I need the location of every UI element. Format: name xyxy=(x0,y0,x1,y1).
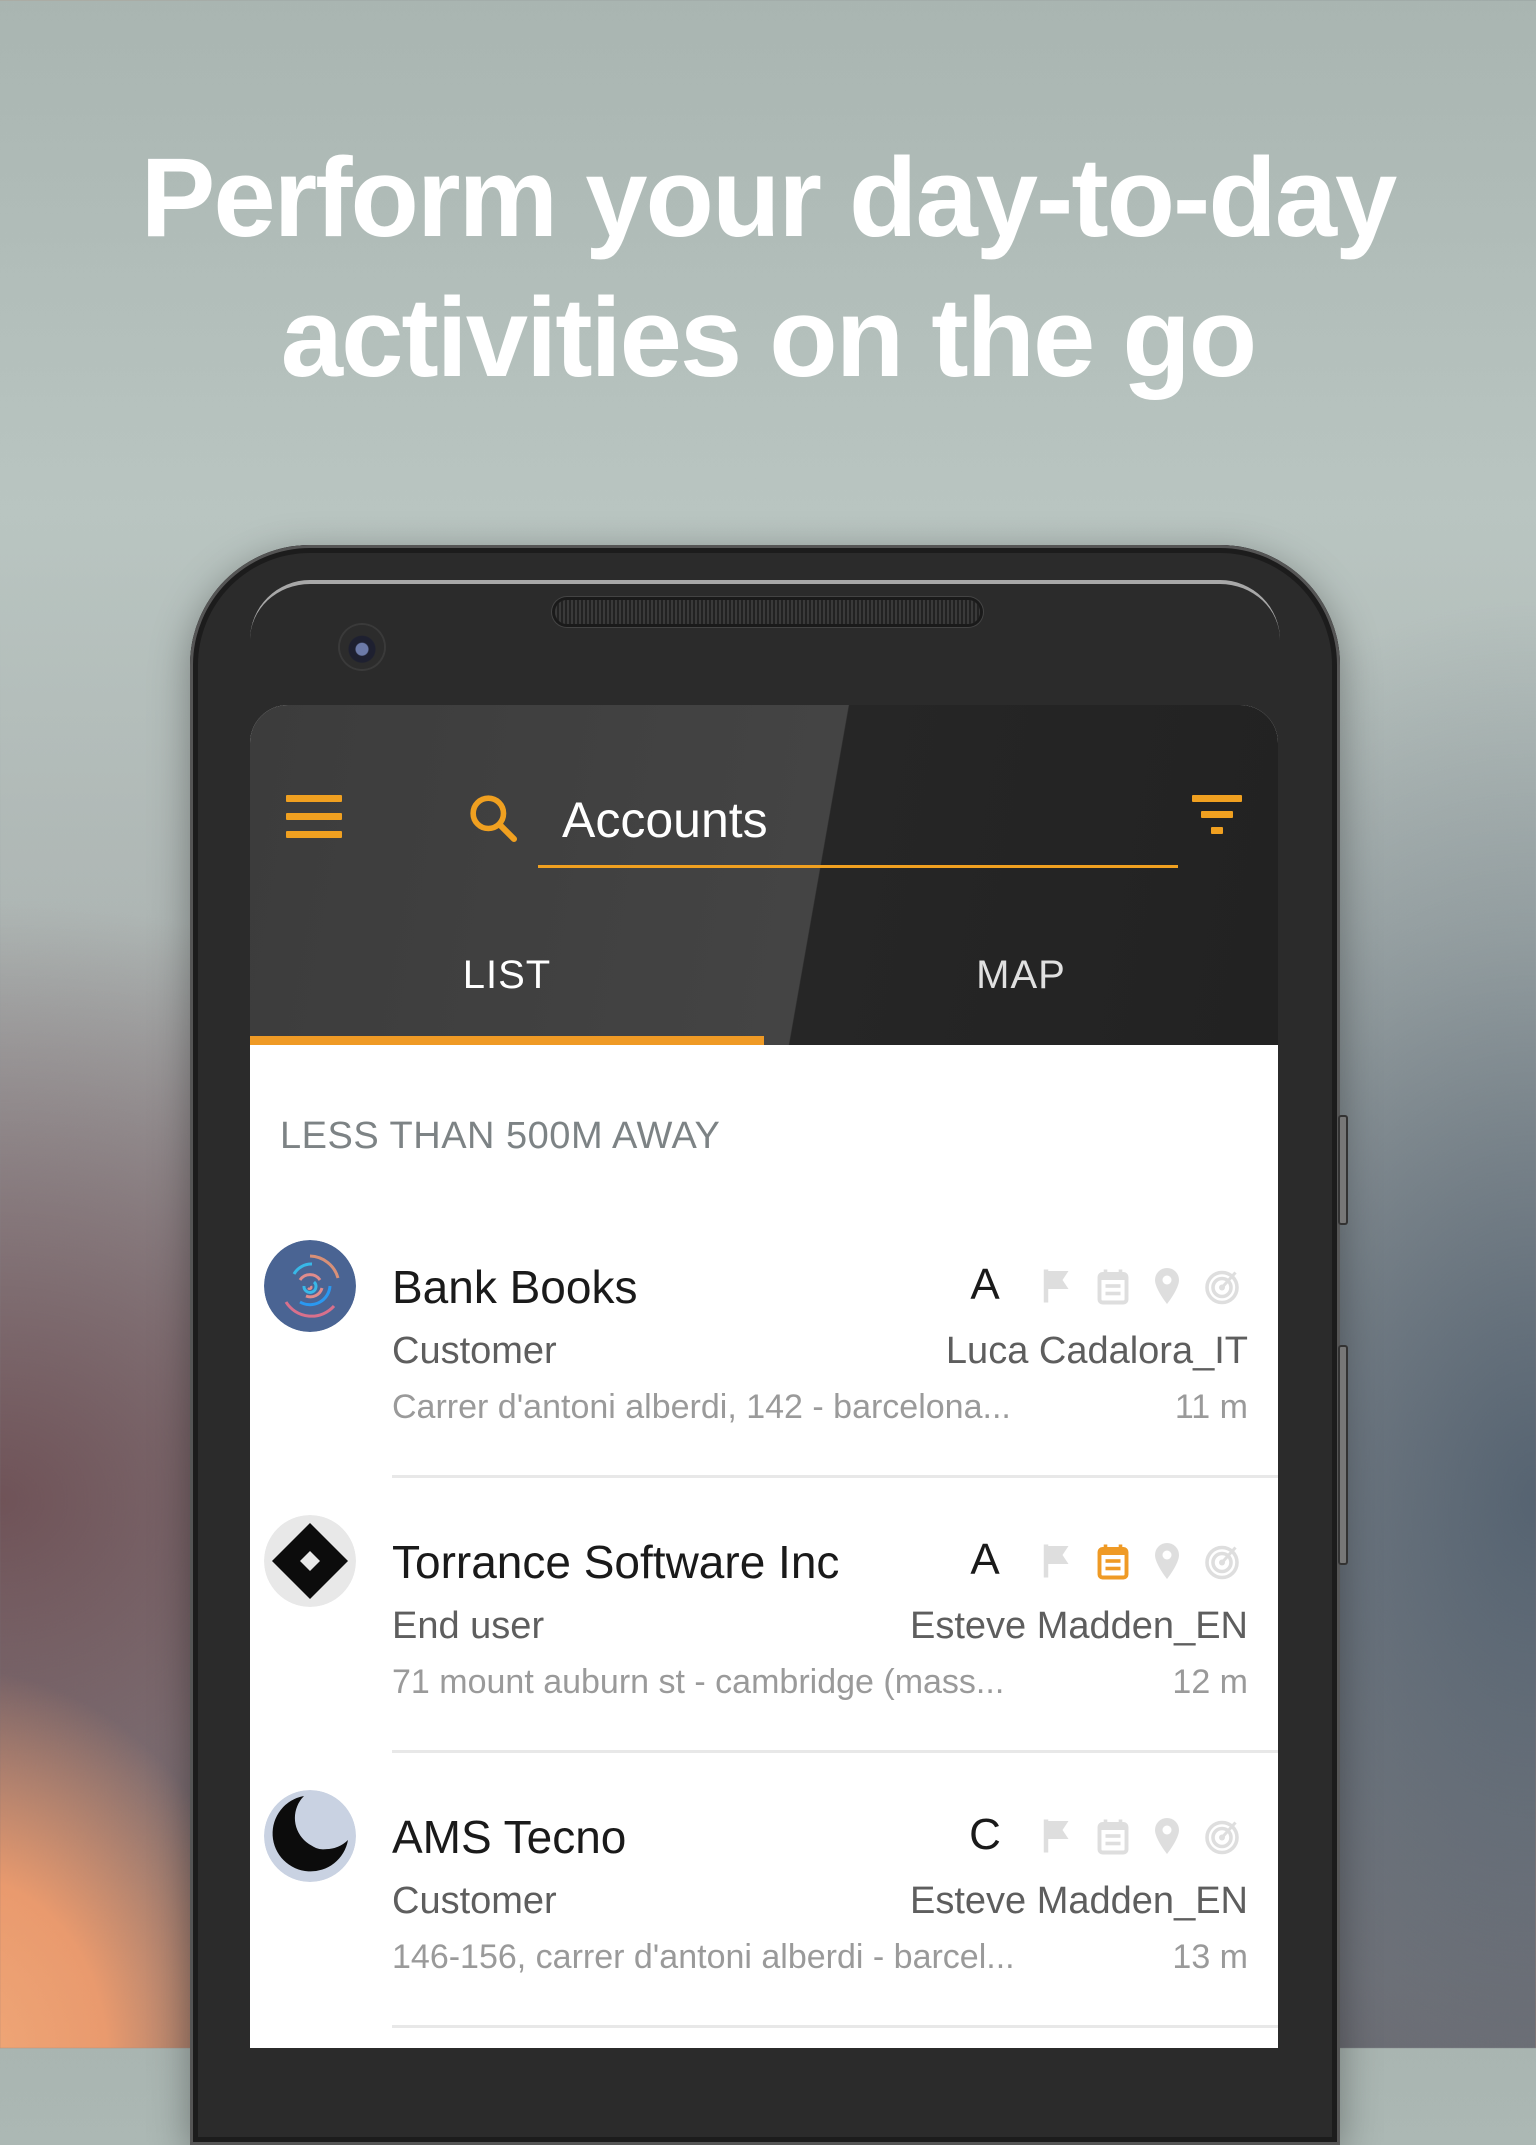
location-pin-icon[interactable] xyxy=(1149,1266,1185,1306)
tab-map[interactable]: MAP xyxy=(764,905,1278,1045)
account-rating: C xyxy=(969,1810,1001,1859)
phone-speaker xyxy=(555,600,980,624)
calendar-icon[interactable] xyxy=(1095,1541,1131,1581)
account-type: End user xyxy=(392,1605,545,1647)
account-rating: A xyxy=(970,1535,1000,1584)
search-icon[interactable] xyxy=(465,790,521,846)
calendar-icon[interactable] xyxy=(1095,1816,1131,1856)
power-button xyxy=(1338,1115,1348,1225)
account-name: AMS Tecno xyxy=(392,1811,627,1863)
app-bar: LIST MAP xyxy=(250,705,1278,1045)
account-name: Torrance Software Inc xyxy=(392,1536,840,1588)
headline: Perform your day-to-day activities on th… xyxy=(0,128,1536,408)
search-input[interactable] xyxy=(560,789,1164,851)
account-distance: 11 m xyxy=(1174,1388,1248,1426)
target-icon[interactable] xyxy=(1204,1266,1240,1306)
account-address: 146-156, carrer d'antoni alberdi - barce… xyxy=(392,1938,1015,1976)
flag-icon[interactable] xyxy=(1040,1266,1076,1306)
account-address: 71 mount auburn st - cambridge (mass... xyxy=(392,1663,1005,1701)
app-screen: LIST MAP LESS THAN 500M AWAY Bank Books … xyxy=(250,705,1278,2048)
target-icon[interactable] xyxy=(1204,1541,1240,1581)
account-address: Carrer d'antoni alberdi, 142 - barcelona… xyxy=(392,1388,1011,1426)
target-icon[interactable] xyxy=(1204,1816,1240,1856)
tab-list[interactable]: LIST xyxy=(250,905,764,1045)
volume-button xyxy=(1338,1345,1348,1565)
flag-icon[interactable] xyxy=(1040,1816,1076,1856)
row-divider xyxy=(392,1475,1278,1478)
headline-line-2: activities on the go xyxy=(280,275,1257,400)
active-tab-indicator xyxy=(250,1036,764,1045)
account-owner: Luca Cadalora_IT xyxy=(945,1330,1248,1372)
location-pin-icon[interactable] xyxy=(1149,1816,1185,1856)
account-list-item[interactable]: Torrance Software Inc A End user Esteve … xyxy=(250,1515,1278,1790)
account-owner: Esteve Madden_EN xyxy=(910,1605,1248,1647)
bank-books-logo xyxy=(264,1240,356,1332)
account-actions xyxy=(1040,1266,1240,1306)
account-actions xyxy=(1040,1541,1240,1581)
account-name: Bank Books xyxy=(392,1261,638,1313)
tab-bar: LIST MAP xyxy=(250,905,1278,1045)
account-distance: 13 m xyxy=(1172,1938,1248,1976)
location-pin-icon[interactable] xyxy=(1149,1541,1185,1581)
account-list-item[interactable]: Bank Books A Customer Luca Cadalora_IT C… xyxy=(250,1240,1278,1515)
filter-icon[interactable] xyxy=(1192,795,1242,843)
front-camera xyxy=(340,625,384,669)
hamburger-menu-icon[interactable] xyxy=(286,795,342,839)
calendar-icon[interactable] xyxy=(1095,1266,1131,1306)
account-list-item[interactable]: AMS Tecno C Customer Esteve Madden_EN 14… xyxy=(250,1790,1278,2048)
account-type: Customer xyxy=(392,1330,557,1372)
account-distance: 12 m xyxy=(1172,1663,1248,1701)
account-type: Customer xyxy=(392,1880,557,1922)
account-actions xyxy=(1040,1816,1240,1856)
account-rating: A xyxy=(970,1260,1000,1309)
account-owner: Esteve Madden_EN xyxy=(910,1880,1248,1922)
search-field[interactable] xyxy=(538,775,1178,868)
section-header: LESS THAN 500M AWAY xyxy=(280,1115,721,1157)
torrance-software-logo xyxy=(264,1515,356,1607)
ams-tecno-logo xyxy=(264,1790,356,1882)
row-divider xyxy=(392,1750,1278,1753)
flag-icon[interactable] xyxy=(1040,1541,1076,1581)
row-divider xyxy=(392,2025,1278,2028)
headline-line-1: Perform your day-to-day xyxy=(140,135,1398,260)
